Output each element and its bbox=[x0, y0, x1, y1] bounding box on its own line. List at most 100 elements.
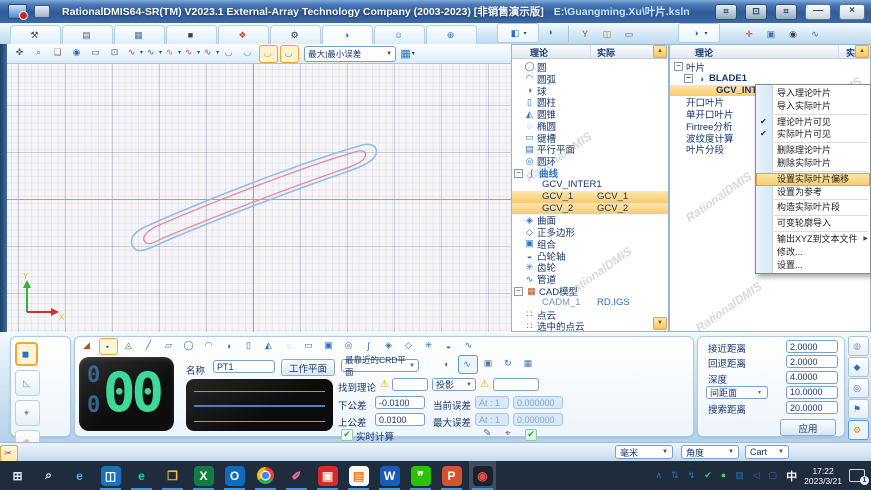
tree-item[interactable]: ▤ 平行平面 bbox=[512, 144, 668, 156]
tray-display[interactable]: ▥ bbox=[735, 470, 746, 481]
cone-tool[interactable]: ◭ bbox=[261, 338, 278, 353]
jogbox2-icon[interactable]: ⌗ bbox=[775, 4, 797, 20]
security-app-icon[interactable]: ▣ bbox=[314, 461, 341, 490]
feature-tree-header[interactable]: 理论 实际 bbox=[512, 45, 668, 59]
tree-item[interactable]: ▣ 组合 bbox=[512, 238, 668, 250]
chrome-icon[interactable] bbox=[252, 461, 279, 490]
report-strip-button[interactable]: ◍ bbox=[848, 336, 869, 356]
tab-probe[interactable]: ⚙ bbox=[270, 25, 321, 44]
tray-expand[interactable]: ∧ bbox=[656, 470, 665, 481]
probe-strip-button[interactable]: ◆ bbox=[848, 357, 869, 377]
cylinder-tool[interactable]: ▯ bbox=[241, 338, 258, 353]
tree-item[interactable]: ◎ 圆环 bbox=[512, 155, 668, 167]
plane-axis-tool[interactable]: ◬ bbox=[121, 338, 138, 353]
crd-plane-dropdown[interactable]: 最靠近的CRD平面▼ bbox=[341, 359, 419, 372]
point-tool[interactable]: • bbox=[99, 338, 118, 355]
axis-button[interactable]: ✛ bbox=[740, 25, 760, 43]
upper-tolerance-input[interactable] bbox=[375, 413, 425, 426]
context-menu-item[interactable]: 设置实际叶片偏移 bbox=[756, 173, 870, 186]
ime-indicator[interactable]: 中 bbox=[786, 468, 797, 484]
name-input[interactable] bbox=[213, 360, 275, 373]
outlook-icon[interactable]: O bbox=[221, 461, 248, 490]
tree-item[interactable]: GCV_2 GCV_2 bbox=[512, 203, 668, 215]
units-dropdown[interactable]: 毫米▼ bbox=[615, 445, 673, 459]
curve-scan2-tool[interactable]: ∿▾ bbox=[202, 45, 219, 61]
sphere-tool[interactable]: ◑ bbox=[221, 338, 238, 353]
tree-item[interactable]: ◭ 圆锥 bbox=[512, 108, 668, 120]
context-menu-item[interactable]: 输出XYZ到文本文件 ▶ bbox=[756, 233, 870, 246]
slot-tool[interactable]: ▭ bbox=[301, 338, 318, 353]
tree-item[interactable]: ✳ 齿轮 bbox=[512, 262, 668, 274]
confirm-checkbox[interactable]: ✔ bbox=[525, 429, 537, 441]
gear-tool[interactable]: ✳ bbox=[421, 338, 438, 353]
screen-capture-tool[interactable]: ⊡ bbox=[107, 45, 124, 61]
taskbar-clock[interactable]: 17:22 2023/3/21 bbox=[804, 466, 842, 486]
sphere-small-button[interactable]: ◑ bbox=[541, 23, 561, 41]
pan-tool[interactable]: ✜ bbox=[12, 45, 29, 61]
arc-tool[interactable]: ◠ bbox=[201, 338, 218, 353]
context-menu-item[interactable]: 可变轮廓导入 bbox=[756, 217, 870, 230]
file-explorer-icon[interactable]: ❒ bbox=[159, 461, 186, 490]
tab-device[interactable]: ■ bbox=[166, 25, 217, 44]
wechat-icon[interactable]: ❞ bbox=[407, 461, 434, 490]
ellipse-tool[interactable]: ◌ bbox=[281, 338, 298, 353]
tab-colors[interactable]: ❖ bbox=[218, 25, 269, 44]
param-input[interactable] bbox=[786, 386, 838, 399]
camera-button[interactable]: ◉ bbox=[784, 25, 804, 43]
line-tool[interactable]: ╱ bbox=[141, 338, 158, 353]
graph-toggle[interactable]: ∿ bbox=[458, 355, 478, 374]
param-input[interactable] bbox=[786, 401, 838, 414]
param-input[interactable] bbox=[786, 340, 838, 353]
select-box-tool[interactable]: ▭ bbox=[88, 45, 105, 61]
lower-tolerance-input[interactable] bbox=[375, 396, 425, 409]
coordinate-dropdown[interactable]: Cart▼ bbox=[745, 445, 789, 459]
powerpoint-icon[interactable]: P bbox=[438, 461, 465, 490]
tree-item[interactable]: ▯ 圆柱 bbox=[512, 96, 668, 108]
param-input[interactable] bbox=[786, 371, 838, 384]
tree-item[interactable]: ◑ 球 bbox=[512, 85, 668, 97]
theory-column-header[interactable]: 理论 bbox=[695, 46, 713, 59]
error-mode-dropdown[interactable]: 最大|最小误差▼ bbox=[304, 46, 396, 62]
edit-pad-icon[interactable]: ✎ bbox=[483, 428, 491, 439]
tray-vpn[interactable]: ⇅ bbox=[671, 470, 681, 481]
context-menu-item[interactable]: 导入理论叶片 bbox=[756, 87, 870, 100]
zoom-region-tool[interactable]: ⌕ bbox=[31, 45, 48, 61]
caliper-button[interactable]: ◺ bbox=[15, 370, 40, 396]
excel-icon[interactable]: X bbox=[190, 461, 217, 490]
tray-antivirus[interactable]: ✔ bbox=[704, 470, 714, 481]
plane-tool[interactable]: ▱ bbox=[161, 338, 178, 353]
tray-wechat[interactable]: ● bbox=[721, 470, 728, 481]
window-button[interactable]: ▣ bbox=[762, 25, 782, 43]
hand-tool[interactable]: ❏ bbox=[50, 45, 67, 61]
cube-menu-button[interactable]: ◧▾ bbox=[497, 23, 539, 43]
curve-fit2-tool[interactable]: ◡ bbox=[240, 45, 257, 61]
context-menu-item[interactable]: ✔ 实际叶片可见 bbox=[756, 128, 870, 141]
context-menu-item[interactable]: 修改... bbox=[756, 246, 870, 259]
tree-item[interactable]: − ▦ CAD模型 bbox=[512, 285, 668, 297]
minimize-button[interactable]: — bbox=[805, 4, 831, 20]
probe-mini-icon[interactable]: ⌖ bbox=[505, 428, 511, 439]
tree-item[interactable]: ◈ 曲面 bbox=[512, 214, 668, 226]
tree-item[interactable]: GCV_INTER1 bbox=[512, 179, 668, 191]
paint-app-icon[interactable]: ✐ bbox=[283, 461, 310, 490]
tools-status-button[interactable]: ✂ bbox=[0, 445, 18, 462]
chart-button[interactable]: ∿ bbox=[806, 25, 826, 43]
probe-compensation-tool[interactable]: ◢ bbox=[79, 338, 96, 353]
find-theory-input[interactable] bbox=[392, 378, 428, 391]
angle-dropdown[interactable]: 角度▼ bbox=[681, 445, 739, 459]
scroll-up-button[interactable]: ▲ bbox=[855, 45, 869, 58]
tree-item[interactable]: ▭ 键槽 bbox=[512, 132, 668, 144]
settings-strip-button[interactable]: ⚙ bbox=[848, 420, 869, 440]
blade-tree-header[interactable]: 理论 实际 bbox=[670, 45, 870, 59]
workplane-button[interactable]: 工作平面 bbox=[281, 359, 335, 376]
actual-column-header[interactable]: 实际 bbox=[597, 46, 615, 59]
theory-column-header[interactable]: 理论 bbox=[530, 46, 548, 59]
context-menu-item[interactable]: 导入实际叶片 bbox=[756, 100, 870, 113]
blue-app-icon[interactable]: ◫ bbox=[97, 461, 124, 490]
measure-mode-button[interactable]: ◼ bbox=[15, 342, 38, 366]
curve-yellow-tool[interactable]: ◡ bbox=[259, 45, 278, 63]
tab-comment[interactable]: ☺ bbox=[374, 25, 425, 44]
tree-item[interactable]: CADM_1 RD.IGS bbox=[512, 297, 668, 309]
grid-toggle[interactable]: ▣ bbox=[480, 355, 498, 372]
tab-document[interactable]: ▤ bbox=[62, 25, 113, 44]
